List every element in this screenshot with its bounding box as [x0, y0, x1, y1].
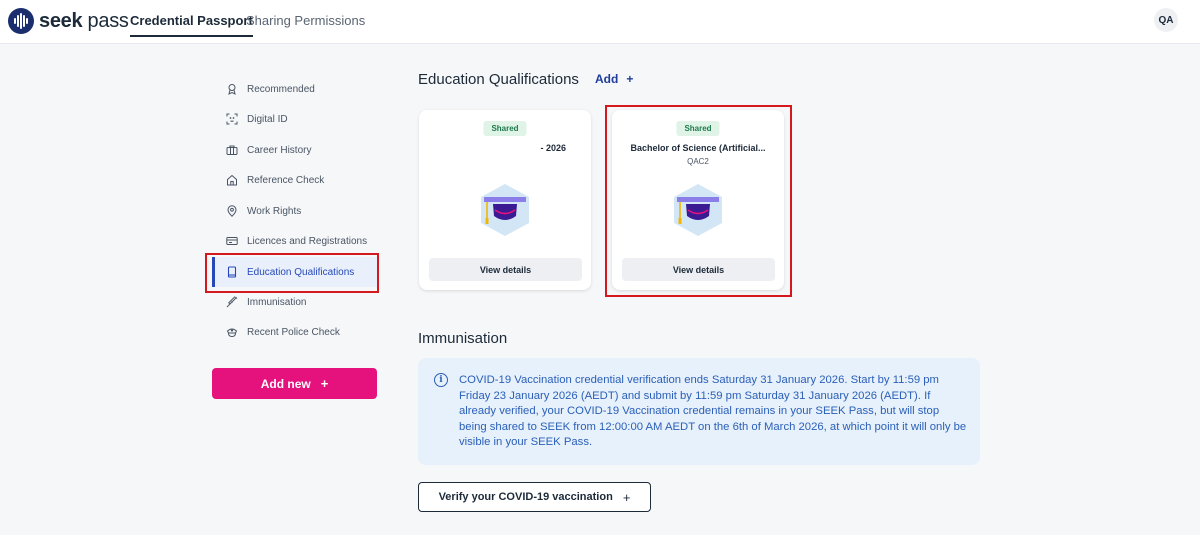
plus-icon: +	[320, 376, 329, 391]
top-nav-bar: seek pass Credential Passport Sharing Pe…	[0, 0, 1200, 44]
location-pin-icon	[227, 205, 237, 217]
sidebar-item-career-history[interactable]: Career History	[212, 135, 378, 165]
add-new-label: Add new	[260, 376, 311, 391]
briefcase-icon	[226, 145, 238, 155]
sidebar-item-recent-police-check[interactable]: Recent Police Check	[212, 317, 378, 347]
plus-icon: +	[626, 72, 634, 86]
sidebar-item-digital-id[interactable]: Digital ID	[212, 104, 378, 134]
add-new-button[interactable]: Add new +	[212, 368, 377, 399]
sidebar-item-label: Licences and Registrations	[247, 236, 368, 247]
info-icon: i	[434, 373, 448, 387]
id-card-icon	[226, 237, 238, 245]
qualification-card[interactable]: Shared - 2026 View details	[419, 110, 591, 290]
tab-credential-passport[interactable]: Credential Passport	[130, 13, 253, 37]
shared-badge: Shared	[483, 121, 527, 136]
ribbon-icon	[228, 84, 236, 95]
sidebar-item-recommended[interactable]: Recommended	[212, 74, 378, 104]
qualification-title: - 2026	[540, 143, 566, 153]
seek-pass-logo[interactable]: seek pass	[8, 8, 129, 34]
sidebar-item-reference-check[interactable]: Reference Check	[212, 165, 378, 195]
highlight-box-sidebar	[205, 253, 379, 293]
sidebar-item-label: Digital ID	[247, 114, 288, 125]
sidebar-item-label: Work Rights	[247, 206, 302, 217]
plus-icon: +	[622, 489, 631, 505]
covid-notice-box: i COVID-19 Vaccination credential verifi…	[418, 358, 980, 465]
house-icon	[227, 174, 237, 186]
sidebar-item-work-rights[interactable]: Work Rights	[212, 196, 378, 226]
sidebar-item-label: Recent Police Check	[247, 327, 340, 338]
highlight-box-card	[605, 105, 792, 297]
sidebar-item-licences[interactable]: Licences and Registrations	[212, 226, 378, 256]
view-details-button[interactable]: View details	[429, 258, 582, 281]
syringe-icon	[226, 296, 238, 308]
sidebar-item-label: Immunisation	[247, 297, 307, 308]
education-section-title: Education Qualifications	[418, 71, 579, 88]
tab-sharing-permissions[interactable]: Sharing Permissions	[246, 13, 365, 28]
immunisation-section-title: Immunisation	[418, 330, 508, 347]
police-hat-icon	[226, 328, 238, 338]
covid-notice-text: COVID-19 Vaccination credential verifica…	[459, 374, 967, 449]
add-education-button[interactable]: Add +	[595, 72, 633, 86]
seek-pass-logo-icon	[8, 8, 34, 34]
verify-label: Verify your COVID-19 vaccination	[438, 491, 613, 503]
sidebar-item-label: Recommended	[247, 84, 315, 95]
graduation-cap-icon	[481, 184, 529, 236]
sidebar-item-label: Reference Check	[247, 175, 325, 186]
face-scan-icon	[226, 113, 238, 125]
sidebar-item-label: Career History	[247, 145, 312, 156]
user-avatar[interactable]: QA	[1154, 8, 1178, 32]
logo-text: seek pass	[39, 9, 129, 32]
add-label: Add	[595, 72, 619, 86]
verify-covid-vaccination-button[interactable]: Verify your COVID-19 vaccination +	[418, 482, 651, 512]
